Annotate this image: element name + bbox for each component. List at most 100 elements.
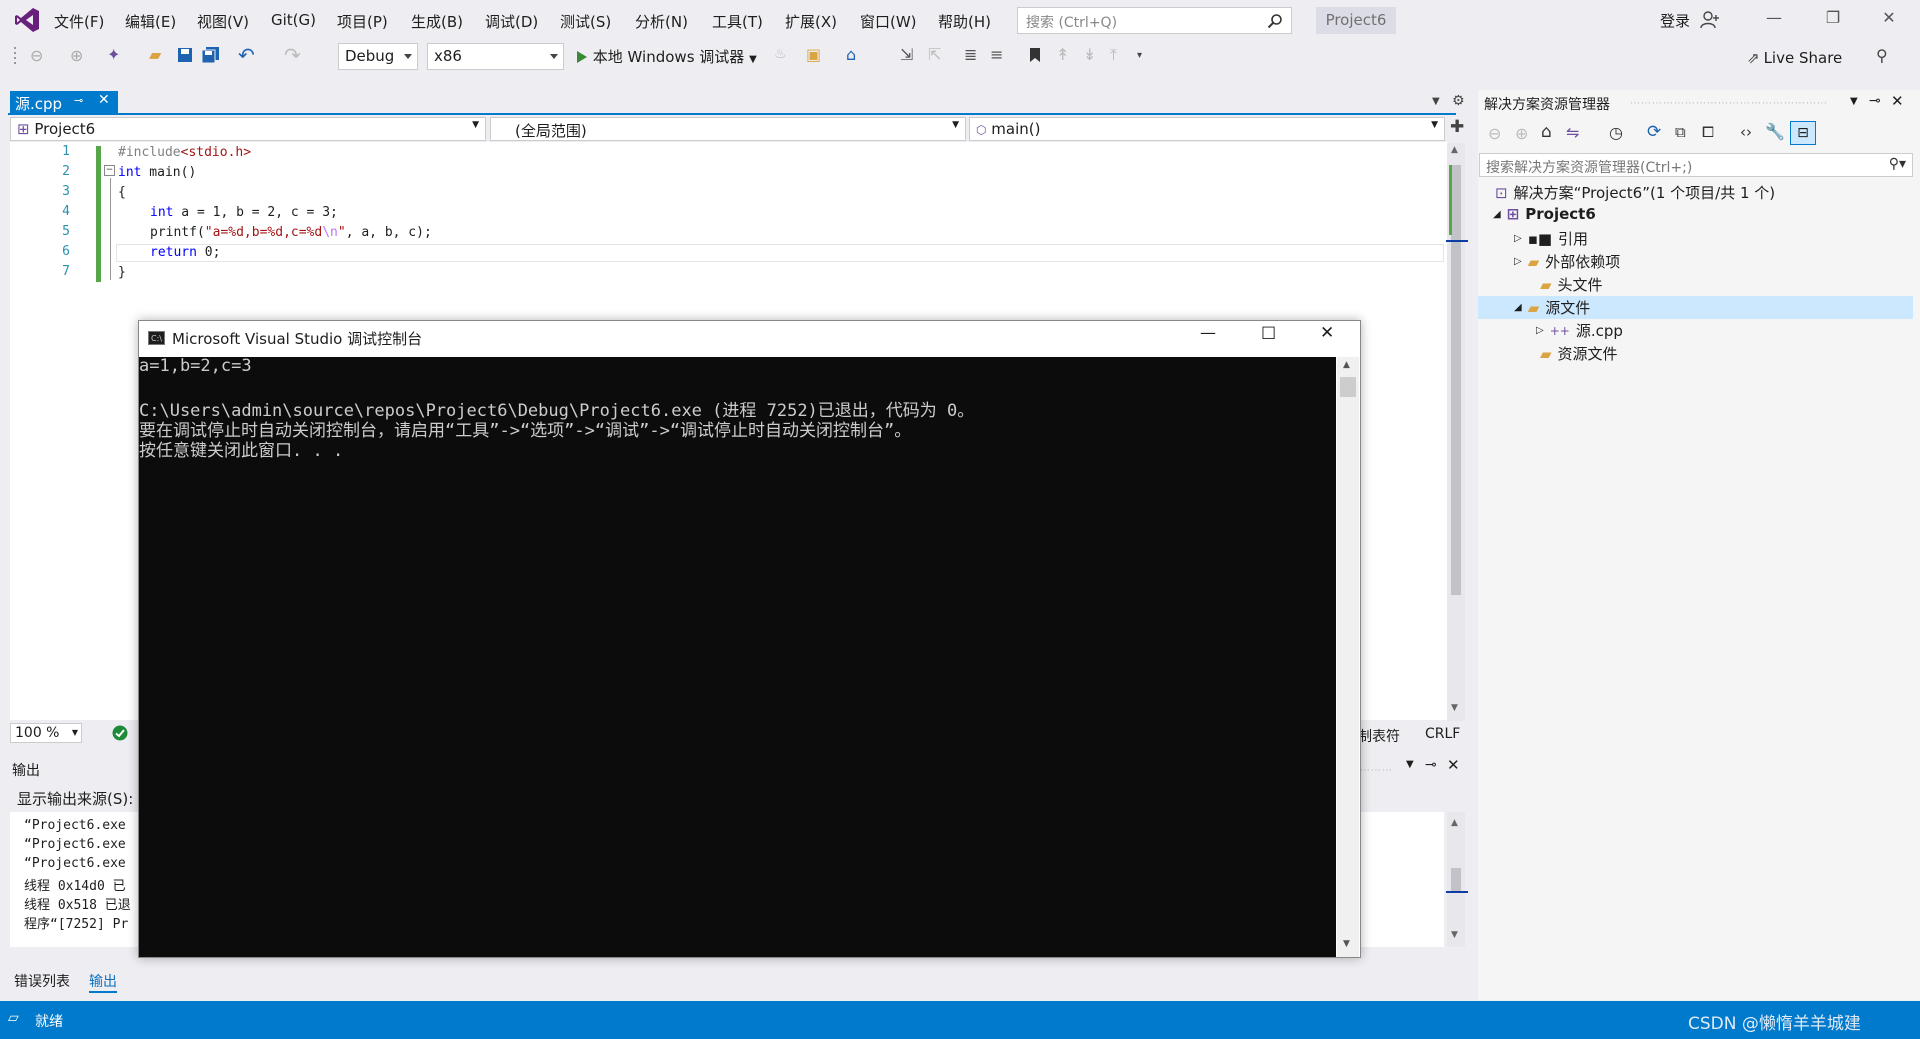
- scroll-down-icon[interactable]: ▼: [1451, 930, 1458, 940]
- collapse-toggle-icon[interactable]: −: [104, 165, 115, 176]
- menu-help[interactable]: 帮助(H): [938, 11, 991, 31]
- tree-item-source-cpp[interactable]: ▷ ++ 源.cpp: [1536, 320, 1623, 341]
- solution-search-input[interactable]: 搜索解决方案资源管理器(Ctrl+;) ⚲▾: [1479, 153, 1913, 177]
- maximize-icon[interactable]: ☐: [1261, 324, 1276, 344]
- pin-icon[interactable]: ⊸: [74, 94, 83, 107]
- configuration-select[interactable]: Debug: [338, 43, 418, 70]
- tree-item-resource-files[interactable]: ▰ 资源文件: [1540, 343, 1618, 364]
- tab-output[interactable]: 输出: [89, 971, 117, 993]
- menu-debug[interactable]: 调试(D): [485, 11, 538, 31]
- member-nav-select[interactable]: ⬡ main() ▼: [969, 117, 1445, 141]
- scroll-up-icon[interactable]: ▲: [1451, 818, 1458, 828]
- menu-build[interactable]: 生成(B): [411, 11, 463, 31]
- navigate-back-icon[interactable]: ⊖: [30, 46, 43, 65]
- scope-nav-select[interactable]: (全局范围) ▼: [490, 117, 966, 141]
- menu-analyze[interactable]: 分析(N): [635, 11, 688, 31]
- no-issues-icon[interactable]: [112, 725, 128, 741]
- tab-error-list[interactable]: 错误列表: [14, 971, 70, 991]
- scroll-down-icon[interactable]: ▼: [1451, 703, 1458, 713]
- tree-solution[interactable]: ⊡ 解决方案“Project6”(1 个项目/共 1 个): [1495, 182, 1775, 203]
- settings-gear-icon[interactable]: ⚙: [1452, 93, 1465, 109]
- navigate-forward-icon[interactable]: ⊕: [70, 46, 83, 65]
- line-ending-mode[interactable]: CRLF: [1425, 726, 1460, 742]
- console-scrollbar[interactable]: ▲ ▼: [1337, 357, 1359, 957]
- menu-git[interactable]: Git(G): [271, 11, 316, 31]
- tree-project[interactable]: ◢ ⊞ Project6: [1493, 205, 1596, 223]
- close-icon[interactable]: ✕: [1320, 323, 1334, 343]
- start-debugging-button[interactable]: 本地 Windows 调试器 ▼: [576, 46, 757, 67]
- sign-in-link[interactable]: 登录: [1660, 10, 1690, 31]
- pin-pane-icon[interactable]: ⊸: [1425, 757, 1437, 773]
- forward-icon[interactable]: ⊕: [1515, 124, 1528, 143]
- pending-changes-filter-icon[interactable]: ◷: [1609, 123, 1623, 142]
- minimize-icon[interactable]: —: [1200, 323, 1216, 342]
- scroll-thumb[interactable]: [1451, 868, 1461, 892]
- open-file-icon[interactable]: ▰: [149, 45, 161, 64]
- zoom-select[interactable]: 100 % ▼: [10, 723, 82, 743]
- switch-views-icon[interactable]: ⇋: [1566, 123, 1579, 142]
- back-icon[interactable]: ⊖: [1488, 124, 1501, 143]
- save-icon[interactable]: [177, 47, 193, 63]
- bookmark-icon[interactable]: [1029, 47, 1041, 63]
- menu-project[interactable]: 项目(P): [337, 11, 388, 31]
- hot-reload-icon[interactable]: ♨: [774, 46, 787, 62]
- uncomment-lines-icon[interactable]: ≡: [990, 45, 1003, 64]
- comment-lines-icon[interactable]: ≣: [964, 45, 977, 64]
- redo-icon[interactable]: ↷: [284, 43, 301, 67]
- show-all-files-icon[interactable]: ⧠: [1702, 123, 1714, 141]
- minimize-icon[interactable]: —: [1751, 8, 1797, 32]
- editor-vertical-scrollbar[interactable]: ▲ ▼: [1447, 143, 1465, 721]
- scroll-up-icon[interactable]: ▲: [1451, 145, 1458, 155]
- find-in-files-icon[interactable]: ▣: [806, 45, 821, 64]
- output-vertical-scrollbar[interactable]: ▲ ▼: [1447, 812, 1465, 947]
- menu-view[interactable]: 视图(V): [197, 11, 249, 31]
- toolbar-overflow-icon[interactable]: ▾: [1137, 50, 1142, 61]
- menu-extensions[interactable]: 扩展(X): [785, 11, 837, 31]
- save-all-icon[interactable]: [202, 47, 220, 63]
- clear-bookmarks-icon[interactable]: ⤒: [1110, 45, 1117, 65]
- close-pane-icon[interactable]: ✕: [1891, 92, 1904, 110]
- preview-selected-items-icon[interactable]: ⊟: [1790, 121, 1816, 145]
- account-icon[interactable]: [1700, 11, 1720, 29]
- step-over-icon[interactable]: ⇱: [928, 45, 941, 64]
- close-tab-icon[interactable]: ✕: [98, 92, 110, 108]
- pane-options-icon[interactable]: ▼: [1406, 759, 1414, 770]
- previous-bookmark-icon[interactable]: ↟: [1056, 45, 1069, 64]
- tab-list-dropdown-icon[interactable]: ▼: [1432, 96, 1440, 107]
- collapse-all-icon[interactable]: ⧉: [1675, 123, 1686, 141]
- view-code-icon[interactable]: ‹›: [1740, 123, 1752, 141]
- close-pane-icon[interactable]: ✕: [1447, 756, 1460, 774]
- scroll-up-icon[interactable]: ▲: [1343, 360, 1350, 370]
- tree-item-references[interactable]: ▷ ▪■ 引用: [1514, 228, 1588, 249]
- platform-select[interactable]: x86: [427, 43, 564, 70]
- scroll-thumb[interactable]: [1340, 377, 1356, 397]
- search-input[interactable]: 搜索 (Ctrl+Q): [1017, 7, 1292, 34]
- menu-edit[interactable]: 编辑(E): [125, 11, 176, 31]
- solution-explorer-icon[interactable]: ⌂: [846, 45, 856, 64]
- scroll-down-icon[interactable]: ▼: [1343, 939, 1350, 949]
- undo-icon[interactable]: ↶: [238, 43, 255, 67]
- tree-item-header-files[interactable]: ▰ 头文件: [1540, 274, 1603, 295]
- menu-window[interactable]: 窗口(W): [860, 11, 917, 31]
- sync-icon[interactable]: ⟳: [1647, 122, 1661, 142]
- restore-icon[interactable]: ❐: [1810, 8, 1856, 32]
- menu-test[interactable]: 测试(S): [560, 11, 611, 31]
- split-editor-icon[interactable]: ✚: [1450, 117, 1464, 137]
- indentation-mode[interactable]: 制表符: [1358, 726, 1400, 746]
- scroll-thumb[interactable]: [1451, 165, 1461, 595]
- properties-wrench-icon[interactable]: 🔧: [1765, 122, 1785, 141]
- pin-pane-icon[interactable]: ⊸: [1869, 93, 1881, 109]
- menu-tools[interactable]: 工具(T): [712, 11, 763, 31]
- step-into-icon[interactable]: ⇲: [900, 45, 913, 64]
- home-icon[interactable]: ⌂: [1541, 122, 1552, 142]
- pane-options-icon[interactable]: ▼: [1850, 96, 1858, 107]
- new-project-icon[interactable]: ✦: [107, 45, 120, 64]
- project-nav-select[interactable]: ⊞ Project6 ▼: [10, 117, 486, 141]
- menu-file[interactable]: 文件(F): [54, 11, 104, 31]
- tree-item-external-deps[interactable]: ▷ ▰ 外部依赖项: [1514, 251, 1620, 272]
- close-icon[interactable]: ✕: [1866, 8, 1912, 32]
- next-bookmark-icon[interactable]: ↡: [1083, 45, 1096, 64]
- tab-source-cpp[interactable]: 源.cpp ⊸ ✕: [10, 91, 118, 115]
- live-share-button[interactable]: ⇗ Live Share: [1747, 49, 1842, 67]
- feedback-icon[interactable]: ⚲: [1876, 46, 1888, 65]
